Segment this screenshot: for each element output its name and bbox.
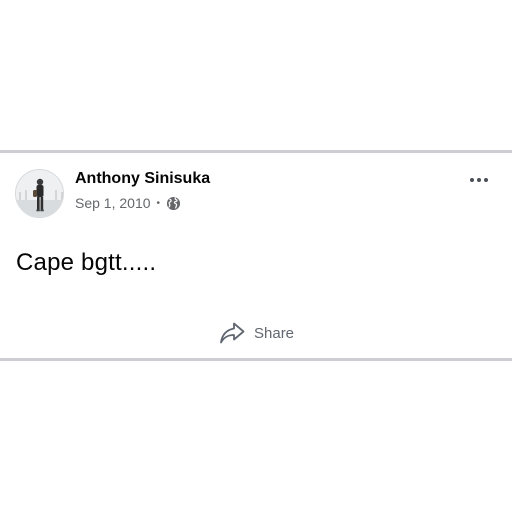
post-card: Anthony Sinisuka Sep 1, 2010 • Cape bgtt… [0, 153, 512, 358]
more-dot [484, 178, 488, 182]
avatar[interactable] [15, 169, 64, 218]
share-button[interactable]: Share [218, 319, 294, 347]
globe-icon[interactable] [166, 196, 181, 211]
post-author-name[interactable]: Anthony Sinisuka [75, 170, 210, 188]
more-dot [470, 178, 474, 182]
post-date[interactable]: Sep 1, 2010 [75, 195, 151, 211]
meta-separator: • [156, 197, 161, 209]
bottom-divider [0, 358, 512, 361]
avatar-photo [16, 170, 63, 217]
share-label: Share [254, 324, 295, 342]
post-body-text: Cape bgtt..... [16, 249, 157, 276]
share-arrow-icon [220, 322, 245, 344]
more-options-button[interactable] [464, 170, 494, 190]
post-meta: Sep 1, 2010 • [75, 195, 181, 211]
more-dot [477, 178, 481, 182]
